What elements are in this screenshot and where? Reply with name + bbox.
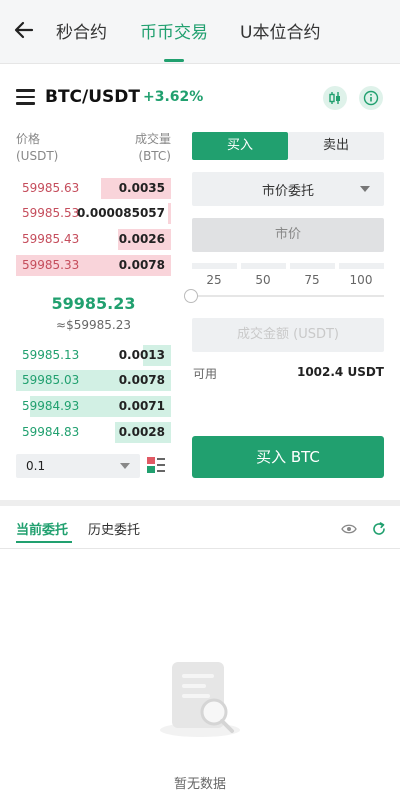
- last-price: 59985.23: [51, 294, 136, 313]
- ask-row[interactable]: 59985.63 0.0035: [16, 178, 171, 200]
- bid-row[interactable]: 59984.83 0.0028: [16, 422, 171, 444]
- eye-icon[interactable]: [341, 523, 357, 535]
- percent-segment-50[interactable]: [241, 263, 286, 269]
- tab-second-contract[interactable]: 秒合约: [56, 18, 107, 43]
- bid-price: 59984.83: [22, 425, 80, 439]
- bid-price: 59984.93: [22, 399, 80, 413]
- available-label: 可用: [193, 367, 218, 381]
- bid-qty: 0.0071: [118, 399, 165, 413]
- pair-change-percent: +3.62%: [143, 89, 204, 105]
- info-icon[interactable]: [359, 86, 383, 110]
- percent-label-100: 100: [349, 273, 373, 287]
- top-nav: 秒合约 币币交易 U本位合约: [0, 0, 400, 64]
- ask-price: 59985.53: [22, 206, 80, 220]
- ask-price: 59985.33: [22, 258, 80, 272]
- empty-state-text: 暂无数据: [173, 777, 226, 792]
- pair-header: BTC/USDT +3.62%: [0, 75, 400, 121]
- ask-row[interactable]: 59985.33 0.0078: [16, 255, 171, 277]
- bid-row[interactable]: 59984.93 0.0071: [16, 396, 171, 418]
- ask-qty: 0.0078: [118, 258, 165, 272]
- tab-usdt-futures[interactable]: U本位合约: [240, 18, 320, 43]
- bid-qty: 0.0013: [118, 348, 165, 362]
- orders-header-border: [0, 548, 400, 549]
- ask-depth-bar: [167, 203, 171, 224]
- percent-segment-75[interactable]: [290, 263, 335, 269]
- buy-submit-button[interactable]: 买入 BTC: [192, 436, 384, 478]
- ask-qty: 0.0035: [118, 181, 165, 195]
- price-column-header: 价格 (USDT): [16, 131, 58, 165]
- available-value: 1002.4 USDT: [296, 365, 384, 379]
- percent-segment-25[interactable]: [192, 263, 237, 269]
- depth-precision-value: 0.1: [26, 459, 46, 473]
- order-type-select[interactable]: 市价委托: [192, 172, 384, 206]
- orderbook-layout-icon[interactable]: [146, 456, 166, 474]
- ask-price: 59985.43: [22, 232, 80, 246]
- ask-price: 59985.63: [22, 181, 80, 195]
- active-tab-indicator: [164, 59, 184, 62]
- qty-column-header: 成交量 (BTC): [135, 131, 171, 165]
- percent-label-75: 75: [304, 273, 320, 287]
- bid-price: 59985.13: [22, 348, 80, 362]
- pair-name[interactable]: BTC/USDT: [45, 87, 140, 107]
- tab-order-history[interactable]: 历史委托: [88, 519, 140, 538]
- percent-label-50: 50: [255, 273, 271, 287]
- tab-current-orders[interactable]: 当前委托: [16, 519, 68, 538]
- empty-state-icon: [160, 662, 240, 737]
- refresh-icon[interactable]: [371, 521, 387, 537]
- last-price-fiat: ≈$59985.23: [56, 318, 131, 332]
- ask-qty: 0.000085057: [76, 206, 165, 220]
- price-header-unit: (USDT): [16, 149, 59, 163]
- price-header-label: 价格: [16, 132, 41, 146]
- ask-row[interactable]: 59985.43 0.0026: [16, 229, 171, 251]
- buy-side-button[interactable]: 买入: [192, 132, 288, 160]
- amount-slider-track[interactable]: [192, 295, 384, 297]
- qty-header-label: 成交量: [134, 132, 171, 146]
- bid-row[interactable]: 59985.03 0.0078: [16, 370, 171, 392]
- orders-tab-indicator: [16, 541, 72, 543]
- order-type-value: 市价委托: [261, 184, 314, 199]
- kline-chart-icon[interactable]: [323, 86, 347, 110]
- percent-segment-100[interactable]: [339, 263, 384, 269]
- bid-row[interactable]: 59985.13 0.0013: [16, 345, 171, 367]
- depth-precision-select[interactable]: 0.1: [16, 454, 140, 478]
- sell-side-button[interactable]: 卖出: [288, 132, 384, 160]
- menu-icon[interactable]: [16, 89, 35, 105]
- chevron-down-icon: [360, 186, 370, 192]
- tab-spot-trading[interactable]: 币币交易: [140, 18, 208, 43]
- bid-price: 59985.03: [22, 373, 80, 387]
- percent-label-25: 25: [206, 273, 222, 287]
- bid-qty: 0.0078: [118, 373, 165, 387]
- price-input[interactable]: 市价: [192, 218, 384, 252]
- ask-row[interactable]: 59985.53 0.000085057: [16, 203, 171, 225]
- back-arrow-icon[interactable]: [12, 18, 36, 42]
- chevron-down-icon: [120, 463, 130, 469]
- bid-qty: 0.0028: [118, 425, 165, 439]
- amount-input[interactable]: 成交金额 (USDT): [192, 318, 384, 352]
- amount-slider-thumb[interactable]: [184, 289, 198, 303]
- ask-qty: 0.0026: [118, 232, 165, 246]
- qty-header-unit: (BTC): [138, 149, 171, 163]
- section-divider: [0, 500, 400, 506]
